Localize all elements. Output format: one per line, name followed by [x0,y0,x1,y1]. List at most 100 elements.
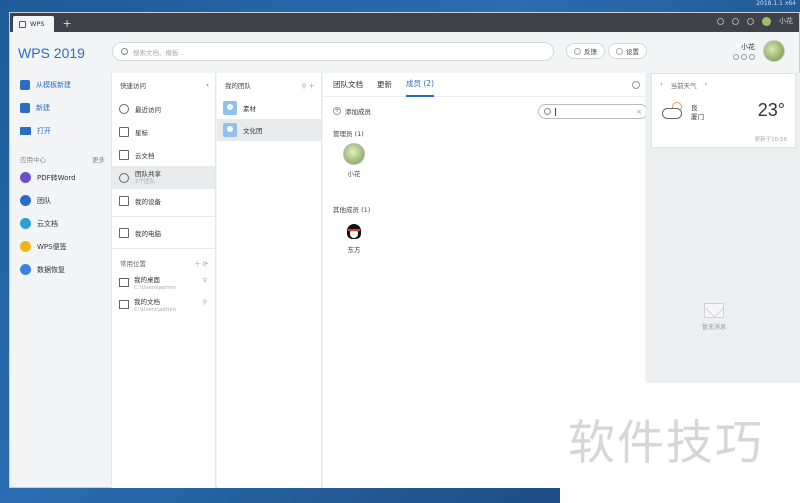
account-name-small[interactable]: 小花 [779,16,793,26]
app-wps-notes[interactable]: WPS便签 [10,235,111,258]
quick-item-devices[interactable]: 我的设备 [112,189,215,212]
app-team[interactable]: 团队 [10,189,111,212]
text-caret [555,107,556,116]
add-member-button[interactable]: + 添加成员 [333,106,371,116]
weather-card: ‹ 当前天气 › 良厦门 23° 更新于10:58 [651,73,796,148]
member-other[interactable]: 东方 [339,219,369,254]
mail-icon[interactable] [747,17,754,25]
team-label: 素材 [243,105,256,113]
quick-item-computer[interactable]: 我的电脑 [112,221,215,244]
pdf-icon [20,172,31,183]
new-button[interactable]: 新建 [10,96,111,119]
folder-icon [20,126,31,135]
pin-icon[interactable]: ⚲ [203,299,207,306]
quick-item-team-share[interactable]: 团队共享 2个团队 [112,166,215,189]
search-input[interactable]: 搜索文档、模板… [112,42,554,61]
member-admin[interactable]: 小花 [339,143,369,178]
tab-updates[interactable]: 更新 [377,79,392,90]
app-label: PDF转Word [37,173,76,182]
clear-icon[interactable]: × [636,108,642,116]
team-avatar-icon [223,123,237,137]
user-badges [733,54,755,60]
app-label: WPS便签 [37,242,67,251]
weather-nav: ‹ 当前天气 › [660,80,707,90]
open-label: 打开 [37,126,51,135]
app-data-recovery[interactable]: 数据恢复 [10,258,111,281]
new-label: 新建 [36,103,50,112]
team-tabs: 团队文档 更新 成员 (2) [323,73,645,97]
recovery-icon [20,264,31,275]
badge-icon [749,54,755,60]
new-from-template-button[interactable]: 从模板新建 [10,73,111,96]
new-tab-button[interactable]: + [62,17,71,30]
quick-item-cloud[interactable]: 云文档 [112,143,215,166]
member-search-input[interactable]: × [538,104,648,119]
feedback-button[interactable]: 反馈 [566,43,605,59]
tab-label: WPS [30,20,45,28]
tab-wps-home[interactable]: WPS [13,16,55,32]
team-settings-icon[interactable] [632,81,640,89]
account-avatar-small[interactable] [762,16,771,26]
collapse-icon[interactable]: ‹ [206,81,209,89]
empty-text: 暂无消息 [702,324,727,331]
common-item-documents[interactable]: 我的文档 C:\Users\admin ⚲ [112,295,215,317]
avatar[interactable] [763,40,785,62]
open-button[interactable]: 打开 [10,119,111,142]
document-icon [119,300,129,309]
tab-bar: WPS + 小花 [10,13,799,32]
more-button[interactable]: 更多 [92,154,105,164]
air-quality: 良 [691,104,698,112]
temperature: 23° [757,100,785,120]
common-item-path: C:\Users\admin [134,307,177,313]
admins-label: 管理员 (1) [333,130,364,138]
app-pdf-to-word[interactable]: PDF转Word [10,166,111,189]
add-refresh-icons[interactable]: ＋ ⟳ [194,258,208,268]
search-icon [544,108,551,115]
quick-item-starred[interactable]: 星标 [112,120,215,143]
cube-icon [119,149,129,160]
common-item-path: C:\Users\admin [134,285,177,291]
settings-button[interactable]: 设置 [608,43,647,59]
empty-messages: 暂无消息 [702,303,726,331]
badge-icon [741,54,747,60]
quick-item-label: 我的设备 [135,197,161,206]
member-name: 小花 [347,170,361,178]
plus-circle-icon: + [333,107,341,115]
penguin-avatar-icon [345,219,363,241]
quick-item-label: 云文档 [135,151,155,160]
teams-title: 我的团队 [225,82,251,90]
user-name[interactable]: 小花 [741,42,755,52]
team-label: 文化团 [243,127,263,135]
search-placeholder: 搜索文档、模板… [133,48,185,57]
screen-icon[interactable] [717,17,724,25]
common-locations-title: 常用位置 [120,260,146,268]
next-icon[interactable]: › [705,80,708,90]
note-icon [20,241,31,252]
app-center-header: 应用中心 更多 [10,152,111,166]
new-from-template-label: 从模板新建 [36,80,71,89]
common-item-desktop[interactable]: 我的桌面 C:\Users\admin ⚲ [112,273,215,295]
team-item-sucai[interactable]: 素材 [217,97,321,119]
divider [112,216,215,217]
teams-header: 我的团队 ⚲ ＋ [217,73,321,97]
avatar [343,143,365,165]
partly-cloudy-icon [662,102,686,120]
quick-item-recent[interactable]: 最近访问 [112,97,215,120]
feedback-label: 反馈 [584,48,597,56]
app-label: 团队 [37,196,51,205]
divider [112,248,215,249]
quick-access-panel: 快速访问 ‹ 最近访问 星标 云文档 团队共享 2个团队 我的设备 我的电脑 常用位… [111,73,216,488]
quick-access-title: 快速访问 [120,82,146,90]
team-item-wenhuatuan[interactable]: 文化团 [217,119,321,141]
app-cloud-docs[interactable]: 云文档 [10,212,111,235]
city-select[interactable]: 厦门 [691,113,704,122]
tab-members[interactable]: 成员 (2) [406,73,435,97]
watermark-text: 软件技巧 [568,416,764,471]
tab-team-docs[interactable]: 团队文档 [333,79,363,90]
prev-icon[interactable]: ‹ [660,80,663,90]
common-locations-header: 常用位置 ＋ ⟳ [112,253,215,273]
search-add-icons[interactable]: ⚲ ＋ [302,80,315,90]
skin-icon[interactable] [732,17,739,25]
pin-icon[interactable]: ⚲ [203,277,207,284]
cloud-icon [20,218,31,229]
